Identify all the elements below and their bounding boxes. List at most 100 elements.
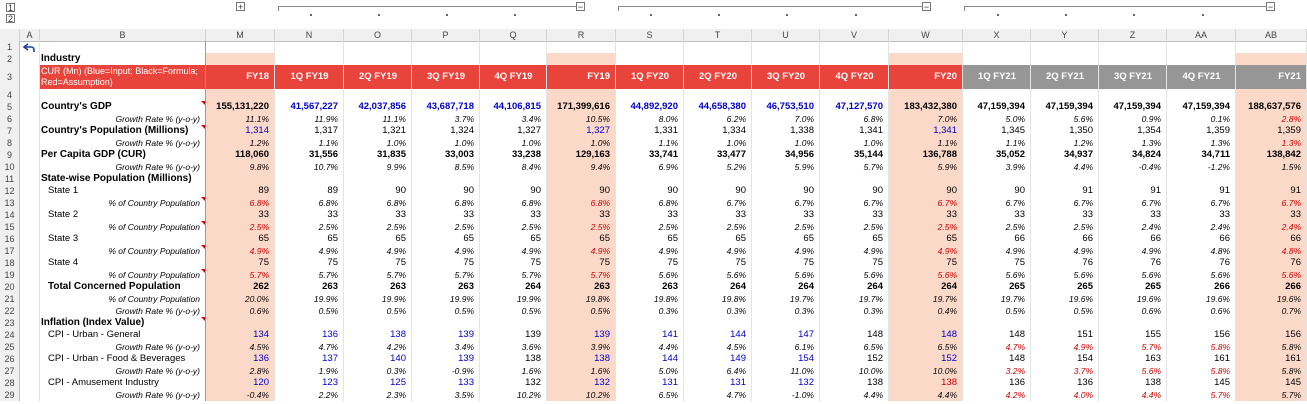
data-cell[interactable]: 137 [275, 353, 344, 365]
data-cell[interactable]: 152 [889, 353, 963, 365]
data-cell[interactable]: 0.6% [206, 305, 275, 317]
data-cell[interactable]: 34,711 [1167, 149, 1236, 161]
data-cell[interactable]: 4.4% [1099, 389, 1167, 401]
data-cell[interactable]: 6.7% [820, 197, 889, 209]
data-cell[interactable]: 3.5% [412, 389, 480, 401]
data-cell[interactable]: 0.1% [1167, 113, 1236, 125]
column-header-q[interactable]: Q [480, 29, 547, 41]
row-label[interactable]: Growth Rate % (y-o-y) [40, 161, 206, 173]
data-cell[interactable]: 75 [547, 257, 616, 269]
data-cell[interactable]: 0.5% [547, 305, 616, 317]
data-cell[interactable]: 139 [412, 329, 480, 341]
data-cell[interactable]: 1.6% [547, 365, 616, 377]
data-cell[interactable]: 145 [1167, 377, 1236, 389]
period-header[interactable]: 2Q FY20 [684, 65, 752, 89]
row-number[interactable]: 25 [0, 341, 20, 353]
data-cell[interactable]: 171,399,616 [547, 101, 616, 113]
data-cell[interactable]: 3.6% [480, 341, 547, 353]
row-label[interactable]: Country's Population (Millions) [40, 125, 206, 137]
data-cell[interactable]: 20.0% [206, 293, 275, 305]
row-label[interactable]: Per Capita GDP (CUR) [40, 149, 206, 161]
data-cell[interactable]: 90 [963, 185, 1031, 197]
data-cell[interactable]: 4.2% [963, 389, 1031, 401]
data-cell[interactable]: 6.4% [684, 365, 752, 377]
data-cell[interactable]: 65 [684, 233, 752, 245]
data-cell[interactable]: 5.0% [963, 113, 1031, 125]
data-cell[interactable]: 66 [1099, 233, 1167, 245]
column-header-x[interactable]: X [963, 29, 1031, 41]
data-cell[interactable]: 1,345 [963, 125, 1031, 137]
data-cell[interactable]: 33 [1167, 209, 1236, 221]
data-cell[interactable]: 19.7% [820, 293, 889, 305]
data-cell[interactable]: 5.6% [820, 269, 889, 281]
data-cell[interactable]: 1,321 [344, 125, 412, 137]
data-cell[interactable]: 1,338 [752, 125, 820, 137]
data-cell[interactable]: 1.0% [480, 137, 547, 149]
data-cell[interactable]: 90 [752, 185, 820, 197]
data-cell[interactable]: 9.4% [547, 161, 616, 173]
row-label[interactable]: Inflation (Index Value) [40, 317, 206, 329]
data-cell[interactable]: 6.8% [480, 197, 547, 209]
data-cell[interactable]: 136 [963, 377, 1031, 389]
data-cell[interactable]: 139 [547, 329, 616, 341]
data-cell[interactable]: 156 [1167, 329, 1236, 341]
data-cell[interactable]: 4.5% [206, 341, 275, 353]
data-cell[interactable]: 0.5% [344, 305, 412, 317]
data-cell[interactable]: 3.7% [1031, 365, 1099, 377]
row-label[interactable]: Growth Rate % (y-o-y) [40, 137, 206, 149]
column-header-t[interactable]: T [684, 29, 752, 41]
data-cell[interactable]: 0.3% [684, 305, 752, 317]
data-cell[interactable]: 10.2% [547, 389, 616, 401]
column-header-m[interactable]: M [206, 29, 275, 41]
data-cell[interactable]: 90 [344, 185, 412, 197]
data-cell[interactable]: 76 [1099, 257, 1167, 269]
data-cell[interactable]: 65 [206, 233, 275, 245]
data-cell[interactable]: 9.9% [344, 161, 412, 173]
data-cell[interactable]: -0.4% [1099, 161, 1167, 173]
data-cell[interactable]: 1,327 [480, 125, 547, 137]
data-cell[interactable]: 2.5% [1031, 221, 1099, 233]
data-cell[interactable]: 5.7% [547, 269, 616, 281]
data-cell[interactable]: 33 [1031, 209, 1099, 221]
row-label[interactable]: State 3 [40, 233, 206, 245]
data-cell[interactable]: 4.8% [1167, 245, 1236, 257]
data-cell[interactable]: 6.7% [1167, 197, 1236, 209]
data-cell[interactable]: 6.8% [547, 197, 616, 209]
data-cell[interactable]: 3.4% [412, 341, 480, 353]
data-cell[interactable]: 183,432,380 [889, 101, 963, 113]
data-cell[interactable]: 264 [820, 281, 889, 293]
data-cell[interactable]: 6.8% [820, 113, 889, 125]
data-cell[interactable]: 2.5% [684, 221, 752, 233]
data-cell[interactable]: 141 [616, 329, 684, 341]
data-cell[interactable]: 151 [1031, 329, 1099, 341]
data-cell[interactable]: 154 [1031, 353, 1099, 365]
data-cell[interactable]: 33 [820, 209, 889, 221]
data-cell[interactable]: 2.5% [344, 221, 412, 233]
data-cell[interactable]: 19.7% [889, 293, 963, 305]
data-cell[interactable]: 19.6% [1031, 293, 1099, 305]
data-cell[interactable]: 1.1% [889, 137, 963, 149]
data-cell[interactable]: 7.0% [889, 113, 963, 125]
data-cell[interactable]: 47,127,570 [820, 101, 889, 113]
data-cell[interactable]: 10.2% [480, 389, 547, 401]
period-header[interactable]: FY21 [1236, 65, 1307, 89]
data-cell[interactable]: 4.2% [344, 341, 412, 353]
data-cell[interactable]: 33,003 [412, 149, 480, 161]
row-number[interactable]: 8 [0, 137, 20, 149]
data-cell[interactable]: 33 [684, 209, 752, 221]
data-cell[interactable]: 145 [1236, 377, 1307, 389]
data-cell[interactable]: 136 [275, 329, 344, 341]
data-cell[interactable]: 5.6% [1099, 365, 1167, 377]
period-header[interactable]: 1Q FY20 [616, 65, 684, 89]
row-number[interactable]: 28 [0, 377, 20, 389]
column-header-y[interactable]: Y [1031, 29, 1099, 41]
period-header[interactable]: FY20 [889, 65, 963, 89]
row-label[interactable]: % of Country Population [40, 245, 206, 257]
data-cell[interactable]: 134 [206, 329, 275, 341]
data-cell[interactable]: 138 [1099, 377, 1167, 389]
data-cell[interactable]: 0.7% [1236, 305, 1307, 317]
data-cell[interactable]: 11.9% [275, 113, 344, 125]
data-cell[interactable]: 5.7% [412, 269, 480, 281]
data-cell[interactable]: 91 [1031, 185, 1099, 197]
column-header-n[interactable]: N [275, 29, 344, 41]
